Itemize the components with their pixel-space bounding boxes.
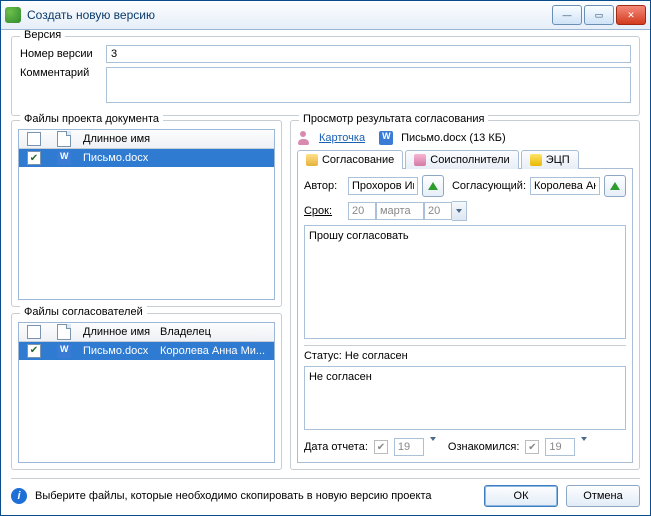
status-line: Статус: Не согласен xyxy=(304,345,626,362)
cancel-button[interactable]: Отмена xyxy=(566,485,640,507)
dialog-footer: i Выберите файлы, которые необходимо ско… xyxy=(11,478,640,507)
report-date-input[interactable] xyxy=(394,438,424,456)
ok-button[interactable]: ОК xyxy=(484,485,558,507)
minimize-button[interactable]: — xyxy=(552,5,582,25)
version-group: Версия Номер версии Комментарий xyxy=(11,36,640,116)
deadline-day[interactable] xyxy=(348,202,376,220)
approval-icon xyxy=(306,154,318,166)
author-label: Автор: xyxy=(304,180,344,192)
app-icon xyxy=(5,7,21,23)
project-files-list[interactable]: ✔ Письмо.docx xyxy=(19,149,274,299)
dialog-window: Создать новую версию — ▭ ✕ Версия Номер … xyxy=(0,0,651,516)
author-input[interactable] xyxy=(348,177,418,195)
approver-label: Согласующий: xyxy=(452,180,526,192)
approver-files-panel: Файлы согласователей Длинное имя Владеле… xyxy=(11,313,282,470)
arrow-up-icon xyxy=(428,182,438,190)
info-icon: i xyxy=(11,488,27,504)
tab-eds-label: ЭЦП xyxy=(546,154,570,166)
project-files-header: Длинное имя xyxy=(19,130,274,149)
approver-files-list[interactable]: ✔ Письмо.docx Королева Анна Ми... xyxy=(19,342,274,462)
list-item[interactable]: ✔ Письмо.docx xyxy=(19,149,274,167)
deadline-date[interactable] xyxy=(348,201,467,221)
file-owner: Королева Анна Ми... xyxy=(156,345,274,357)
approver-input[interactable] xyxy=(530,177,600,195)
ack-checkbox[interactable]: ✔ xyxy=(525,440,539,454)
version-number-input[interactable] xyxy=(106,45,631,63)
viewer-file-text[interactable]: Письмо.docx (13 КБ) xyxy=(401,132,506,144)
approver-pick-button[interactable] xyxy=(604,175,626,197)
header-check-icon xyxy=(27,132,41,146)
file-name: Письмо.docx xyxy=(79,152,274,164)
viewer-label: Просмотр результата согласования xyxy=(299,113,488,125)
tabstrip: Согласование Соисполнители ЭЦП xyxy=(297,149,633,169)
tab-coexecutors[interactable]: Соисполнители xyxy=(405,150,518,169)
maximize-button[interactable]: ▭ xyxy=(584,5,614,25)
status-message[interactable]: Не согласен xyxy=(304,366,626,430)
row-checkbox[interactable]: ✔ xyxy=(27,151,41,165)
arrow-up-icon xyxy=(610,182,620,190)
list-item[interactable]: ✔ Письмо.docx Королева Анна Ми... xyxy=(19,342,274,360)
project-files-label: Файлы проекта документа xyxy=(20,113,163,125)
ack-input[interactable] xyxy=(545,438,575,456)
users-icon xyxy=(414,154,426,166)
card-link[interactable]: Карточка xyxy=(319,132,365,144)
deadline-label: Срок: xyxy=(304,205,344,217)
approver-files-header: Длинное имя Владелец xyxy=(19,323,274,342)
date-dropdown-button[interactable] xyxy=(452,201,467,221)
tab-coexec-label: Соисполнители xyxy=(430,154,509,166)
project-files-panel: Файлы проекта документа Длинное имя ✔ Пи… xyxy=(11,120,282,307)
deadline-year[interactable] xyxy=(424,202,452,220)
approver-files-col-owner[interactable]: Владелец xyxy=(156,326,274,338)
header-check-icon xyxy=(27,325,41,339)
version-group-label: Версия xyxy=(20,30,65,41)
word-icon xyxy=(57,151,71,165)
tab-approval[interactable]: Согласование xyxy=(297,150,403,169)
comment-input[interactable] xyxy=(106,67,631,103)
chevron-down-icon xyxy=(456,209,462,213)
author-pick-button[interactable] xyxy=(422,175,444,197)
viewer-panel: Просмотр результата согласования Карточк… xyxy=(290,120,640,470)
approver-files-col-name[interactable]: Длинное имя xyxy=(79,326,156,338)
project-files-col-name[interactable]: Длинное имя xyxy=(79,133,274,145)
word-icon xyxy=(379,131,393,145)
status-label: Статус: xyxy=(304,350,345,362)
chevron-down-icon xyxy=(430,437,436,453)
tab-body: Автор: Согласующий: Срок: xyxy=(297,169,633,463)
word-icon xyxy=(57,344,71,358)
file-name: Письмо.docx xyxy=(79,345,156,357)
chevron-down-icon xyxy=(581,437,587,453)
approver-files-label: Файлы согласователей xyxy=(20,306,147,318)
header-file-icon xyxy=(57,131,71,147)
tab-eds[interactable]: ЭЦП xyxy=(521,150,579,169)
header-file-icon xyxy=(57,324,71,340)
status-value: Не согласен xyxy=(345,350,408,362)
version-number-label: Номер версии xyxy=(20,48,106,60)
comment-label: Комментарий xyxy=(20,67,106,79)
lock-icon xyxy=(530,154,542,166)
window-title: Создать новую версию xyxy=(27,8,552,22)
ack-dropdown[interactable] xyxy=(581,441,587,453)
request-message[interactable]: Прошу согласовать xyxy=(304,225,626,339)
footer-hint: Выберите файлы, которые необходимо скопи… xyxy=(35,490,476,502)
close-button[interactable]: ✕ xyxy=(616,5,646,25)
report-date-label: Дата отчета: xyxy=(304,441,368,453)
deadline-month[interactable] xyxy=(376,202,424,220)
report-date-checkbox[interactable]: ✔ xyxy=(374,440,388,454)
report-date-dropdown[interactable] xyxy=(430,441,436,453)
row-checkbox[interactable]: ✔ xyxy=(27,344,41,358)
ack-label: Ознакомился: xyxy=(448,441,519,453)
card-person-icon xyxy=(297,131,311,145)
titlebar[interactable]: Создать новую версию — ▭ ✕ xyxy=(1,1,650,30)
tab-approval-label: Согласование xyxy=(322,154,394,166)
